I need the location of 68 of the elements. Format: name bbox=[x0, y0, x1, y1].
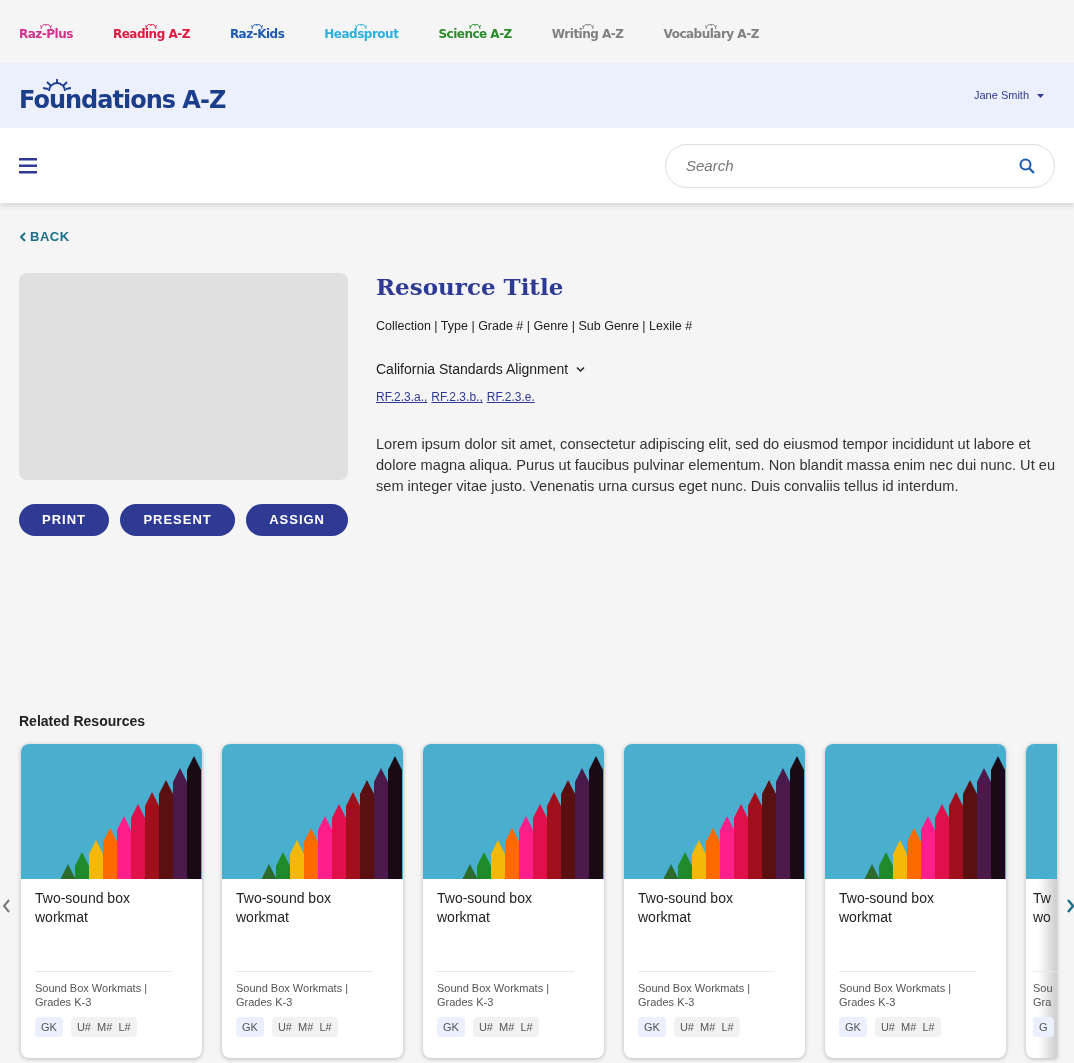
product-link[interactable]: Science A-Z bbox=[438, 23, 512, 40]
description: Lorem ipsum dolor sit amet, consectetur adipiscing elit, sed do eiusmod tempor incididunt ut labore et dolore magna aliqua. Purus ut faucibus pulvinar elementum. Non blandit massa enim nec dui nunc. Ut eu sem integer vitae justo. Venenatis urna cursus eget nunc. Duis convaliis tellus id interdum. bbox=[376, 435, 1055, 497]
sun-icon bbox=[43, 79, 71, 91]
grade-tag: GK bbox=[638, 1016, 666, 1038]
search-icon bbox=[1019, 157, 1035, 174]
resource-title: Resource Title bbox=[376, 273, 565, 301]
section-heading: Related Resources bbox=[19, 713, 147, 730]
search-field[interactable]: Search bbox=[665, 143, 1055, 188]
standard-link[interactable]: RF.2.3.a., bbox=[376, 388, 428, 407]
logo[interactable]: Foundations A-Z bbox=[19, 88, 226, 112]
action-button[interactable]: PRESENT bbox=[120, 504, 235, 536]
chevron-down-icon bbox=[576, 366, 586, 374]
sun-icon bbox=[579, 23, 596, 29]
grade-tag: GK bbox=[839, 1016, 867, 1038]
user-menu[interactable]: Jane Smith bbox=[973, 87, 1044, 104]
chevron-left-icon bbox=[19, 232, 26, 242]
card-title: Two-sound box workmat bbox=[437, 888, 533, 927]
product-link[interactable]: Raz-Plus bbox=[19, 23, 73, 40]
resource-card[interactable]: Two-sound box workmat Sound Box Workmats | Grades K-3 GK U# M# L# bbox=[21, 743, 202, 1058]
back-link[interactable]: BACK bbox=[19, 227, 70, 247]
card-title: Tw bbox=[1033, 888, 1052, 908]
level-tag: U# M# L# bbox=[70, 1016, 137, 1038]
grade-tag: GK bbox=[236, 1016, 264, 1038]
card-meta: Sound Box Workmats | Grades K-3 bbox=[839, 980, 953, 1009]
card-title: Two-sound box workmat bbox=[35, 888, 131, 927]
level-tag: U# M# L# bbox=[472, 1016, 539, 1038]
card-meta: Gra bbox=[1033, 994, 1053, 1009]
standard-link[interactable]: RF.2.3.b., bbox=[431, 388, 483, 407]
card-meta: Sou bbox=[1033, 980, 1054, 995]
sun-icon bbox=[143, 23, 160, 29]
sun-icon bbox=[467, 23, 484, 29]
sun-icon bbox=[703, 23, 720, 29]
card-title: wo bbox=[1033, 907, 1052, 927]
level-tag: U# M# L# bbox=[874, 1016, 941, 1038]
card-title: Two-sound box workmat bbox=[638, 888, 734, 927]
card-title: Two-sound box workmat bbox=[839, 888, 935, 927]
grade-tag: GK bbox=[35, 1016, 63, 1038]
menu-icon bbox=[19, 157, 37, 174]
resource-card[interactable]: Tw wo Sou Gra G bbox=[1026, 743, 1057, 1058]
chevron-right-icon bbox=[1065, 897, 1074, 914]
standard-link[interactable]: RF.2.3.e. bbox=[486, 388, 535, 407]
caret-icon bbox=[1037, 93, 1044, 98]
standards-toggle[interactable]: California Standards Alignment bbox=[376, 359, 586, 381]
resource-card[interactable]: Two-sound box workmat Sound Box Workmats | Grades K-3 GK U# M# L# bbox=[825, 743, 1006, 1058]
card-meta: Sound Box Workmats | Grades K-3 bbox=[437, 980, 551, 1009]
resource-card[interactable]: Two-sound box workmat Sound Box Workmats | Grades K-3 GK U# M# L# bbox=[423, 743, 604, 1058]
card-meta: Sound Box Workmats | Grades K-3 bbox=[35, 980, 149, 1009]
sun-icon bbox=[249, 23, 266, 29]
product-link[interactable]: Vocabulary A-Z bbox=[663, 23, 759, 40]
sun-icon bbox=[353, 23, 370, 29]
action-button[interactable]: ASSIGN bbox=[246, 504, 348, 536]
menu-button[interactable] bbox=[19, 157, 37, 174]
level-tag: U# M# L# bbox=[673, 1016, 740, 1038]
product-link[interactable]: Writing A-Z bbox=[551, 23, 624, 40]
resource-meta: Collection | Type | Grade # | Genre | Sub Genre | Lexile # bbox=[376, 317, 694, 335]
chevron-left-icon bbox=[2, 897, 12, 914]
product-link[interactable]: Reading A-Z bbox=[112, 23, 190, 40]
product-link[interactable]: Raz-Kids bbox=[229, 23, 285, 40]
card-meta: Sound Box Workmats | Grades K-3 bbox=[236, 980, 350, 1009]
grade-tag: G bbox=[1033, 1016, 1054, 1038]
card-title: Two-sound box workmat bbox=[236, 888, 332, 927]
resource-card[interactable]: Two-sound box workmat Sound Box Workmats | Grades K-3 GK U# M# L# bbox=[624, 743, 805, 1058]
grade-tag: GK bbox=[437, 1016, 465, 1038]
card-meta: Sound Box Workmats | Grades K-3 bbox=[638, 980, 752, 1009]
sun-icon bbox=[37, 23, 54, 29]
level-tag: U# M# L# bbox=[271, 1016, 338, 1038]
action-button[interactable]: PRINT bbox=[19, 504, 109, 536]
resource-card[interactable]: Two-sound box workmat Sound Box Workmats | Grades K-3 GK U# M# L# bbox=[222, 743, 403, 1058]
